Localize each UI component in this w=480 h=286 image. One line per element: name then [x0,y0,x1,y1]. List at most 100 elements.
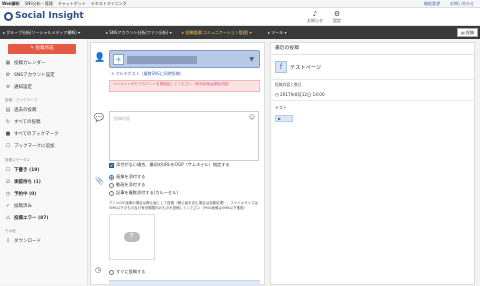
sidebar-item-all-posts[interactable]: ↻ すべての投稿 [5,119,41,125]
sidebar-item-label: ダウンロード [14,239,41,244]
nav-group-analysis[interactable]: ▸ グループ分析(ソーシャルメディア横断) ▾ [3,26,80,39]
sidebar-item-label: 投稿カレンダー [14,61,46,66]
sidebar-item-calendar[interactable]: ▦ 投稿カレンダー [5,60,46,66]
notices-button[interactable]: ♪ お知らせ [305,10,325,24]
sidebar-item-label: 下書き (19) [14,168,40,173]
sidebar-item-past-posts[interactable]: ▤ 過去の投稿 [5,107,37,113]
sidebar-item-label: すべての投稿 [14,120,41,125]
emoji-icon[interactable]: ☺ [249,114,255,121]
create-post-label: 投稿作成 [35,46,54,51]
topbar-link-textmining[interactable]: テキストマイニング [91,0,127,8]
preview-account: f テストページ [275,61,321,73]
feature-request-link[interactable]: 機能要望 [424,0,440,8]
calendar-icon: ▦ [5,60,11,66]
sidebar-item-label: 予約中 (0) [14,192,37,197]
person-icon: 👤 [94,53,106,63]
attach-carousel-label: 記事を複数添付する(カルーセル) [116,190,178,195]
paperclip-icon: 📎 [95,177,104,185]
sidebar-item-download[interactable]: ⇩ ダウンロード [5,238,41,244]
sidebar-item-drafts[interactable]: ☐ 下書き (19) [5,167,40,173]
multipost-link[interactable]: + マルチポスト（複数SNSに同時投稿） [111,71,184,77]
scheduled-icon: ◷ [5,191,11,197]
nav-post-management-label: 投稿管理(コミュニケーション管理) [185,30,249,35]
reauth-warning: ハイライトがたアカウントを再認証してください（有効化後は認証可能） [109,80,260,92]
ogp-checkbox[interactable]: ✓ 添付がない場合、最初のURLをOGP（サムネイル）指定する [109,162,230,168]
checkbox-checked-icon: ✓ [109,162,114,168]
chevron-down-icon: ▼ [249,56,254,63]
nav-group-analysis-label: グループ分析(ソーシャルメディア横断) [6,30,77,35]
ogp-checkbox-label: 添付がない場合、最初のURLをOGP（サムネイル）指定する [116,162,230,167]
all-posts-icon: ↻ [5,119,11,125]
attach-carousel-radio[interactable]: 記事を複数添付する(カルーセル) [109,190,178,196]
preview-date-text: 2017年8月12日 14:00 [280,92,325,97]
topbar-link-chatbot[interactable]: チャットボット [58,0,86,8]
nav-tools-label: ツール [271,30,284,35]
bookmark-icon: ■ [5,131,11,137]
sidebar-item-notify[interactable]: ≡ 通知設定 [5,84,32,90]
sidebar-item-approval[interactable]: ☑ 承認待ち (1) [5,179,41,185]
app-header: Social Insight ♪ お知らせ ⚙ 設定 [0,8,480,26]
divider [271,100,474,101]
attach-note: アニメGIF画像の場合は静止画として投稿（静止画を含む場合は自動処理）。ファイル… [109,201,258,210]
divider [271,79,474,80]
logo-mark-icon [4,11,13,21]
attach-video-label: 動画を添付する [116,182,146,187]
preview-tag-icon[interactable]: ▶ [275,115,293,122]
approval-icon: ☑ [5,179,11,185]
sidebar-item-label: 過去の投稿 [14,108,37,113]
sidebar-item-scheduled[interactable]: ◷ 予約中 (0) [5,191,37,197]
sidebar-item-errors[interactable]: ⚠ 投稿エラー (87) [5,215,49,221]
radio-selected-icon [109,174,114,180]
download-icon: ⇩ [5,238,11,244]
post-now-label: すぐに投稿する [116,269,146,274]
notices-label: お知らせ [307,18,323,23]
app-logo[interactable]: Social Insight [4,11,84,21]
preview-date: ◷ 2017年8月12日 14:00 [275,92,325,97]
image-upload-area[interactable] [109,214,155,260]
preview-account-name: テストページ [290,64,322,71]
contact-link[interactable]: お問い合わせ [450,0,474,8]
post-text-area[interactable]: 投稿内容 ☺ [109,111,259,161]
nav-tools[interactable]: ▸ ツール ▾ [268,26,287,39]
post-now-radio[interactable]: すぐに投稿する [109,269,145,275]
draft-icon: ☐ [5,167,11,173]
attach-video-radio[interactable]: 動画を添付する [109,182,145,188]
sidebar-section-status: 投稿ステータス [5,158,31,162]
sidebar-item-label: ブックマークに追加 [14,144,55,149]
bell-icon: ♪ [312,10,318,18]
sidebar-item-all-bookmarks[interactable]: ■ すべてのブックマーク [5,131,59,137]
schedule-bar[interactable] [109,280,260,286]
recent-posts-panel: 最近の投稿 f テストページ 投稿内容と数日 ◷ 2017年8月12日 14:0… [270,42,475,285]
cloud-upload-icon [124,232,140,242]
attach-image-radio[interactable]: 画像を添付する [109,174,145,180]
attach-image-label: 画像を添付する [116,174,146,179]
nav-account-analysis-label: SNSアカウント分析(ファン分析) [109,30,169,35]
account-name-redacted [127,56,197,64]
sidebar-item-label: 投稿済み [14,204,32,209]
preview-status-label: 投稿内容と数日 [275,82,302,87]
sidebar-item-add-bookmark[interactable]: ☐ ブックマークに追加 [5,143,55,149]
radio-icon [109,190,114,196]
sidebar-item-posted[interactable]: ✓ 投稿済み [5,203,32,209]
gear-icon: ⚙ [333,10,341,18]
past-posts-icon: ▤ [5,107,11,113]
nav-account-analysis[interactable]: ▸ SNSアカウント分析(ファン分析) ▾ [106,26,172,39]
account-selector[interactable]: ✈ ▼ [109,50,260,68]
facebook-page-avatar: f [275,61,287,73]
nav-post-label: 投稿 [466,30,474,35]
top-utility-bar: Web解析 SNS分析・管理 チャットボット テキストマイニング 機能要望 お問… [0,0,480,8]
speech-bubble-icon: 💬 [94,113,104,122]
nav-post-management[interactable]: ▸ 投稿管理(コミュニケーション管理) ▾ [182,26,252,39]
sidebar-item-sns-settings[interactable]: ⚙ SNSアカウント設定 [5,72,55,78]
sidebar-section-posts: 投稿・ブックマーク [5,98,38,102]
topbar-link-sns[interactable]: SNS分析・管理 [25,0,53,8]
history-icon: ≡ [5,84,11,90]
nav-post-button[interactable]: ▤ 投稿 [456,28,478,37]
twitter-bird-icon: ✈ [113,54,124,65]
sidebar-item-label: 承認待ち (1) [14,180,41,185]
logo-text: Social Insight [15,11,84,21]
settings-button[interactable]: ⚙ 設定 [327,10,347,24]
create-post-button[interactable]: ✎ 投稿作成 [8,44,76,54]
sidebar-item-label: SNSアカウント設定 [14,73,55,78]
topbar-link-web[interactable]: Web解析 [2,0,20,8]
